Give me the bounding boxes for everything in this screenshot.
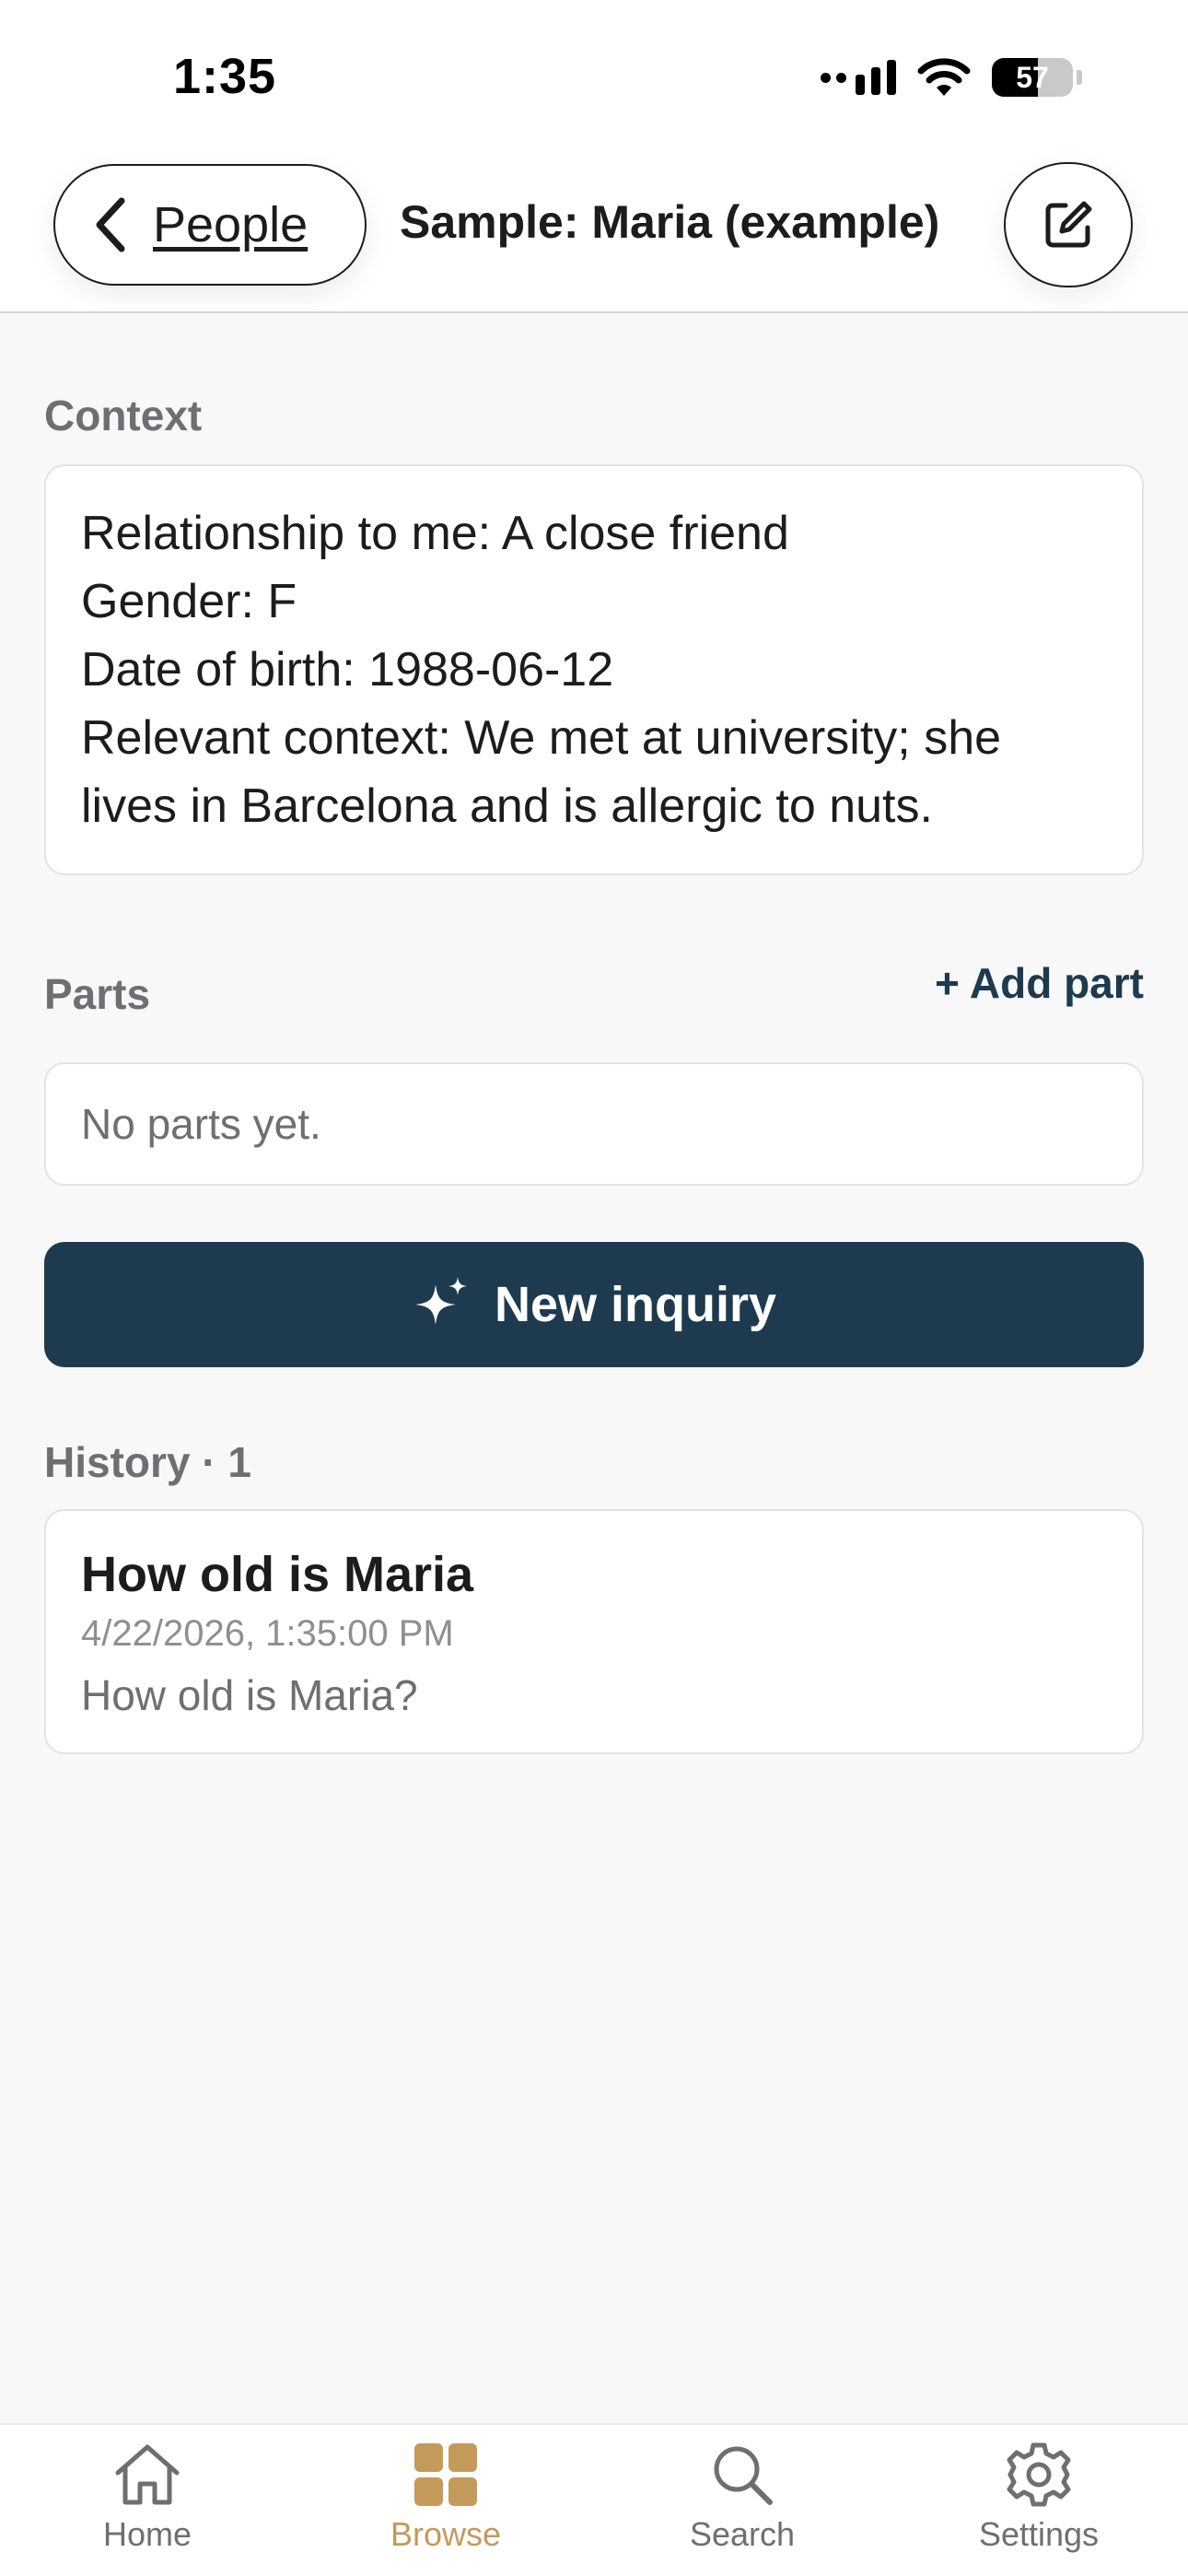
compose-icon: [1045, 201, 1092, 248]
new-inquiry-label: New inquiry: [494, 1277, 777, 1332]
parts-empty-card: No parts yet.: [44, 1062, 1144, 1186]
house-icon: [115, 2444, 180, 2505]
tab-browse-label: Browse: [390, 2515, 502, 2553]
cellular-signal-icon: [821, 60, 896, 95]
battery-level: 57: [1016, 61, 1049, 94]
status-bar: 1:35 57: [0, 0, 1188, 138]
navigation-bar: People Sample: Maria (example): [0, 138, 1188, 313]
gear-icon: [1007, 2442, 1071, 2507]
history-item-title: How old is Maria: [81, 1547, 474, 1602]
tab-settings-label: Settings: [978, 2515, 1100, 2553]
magnifier-icon: [714, 2446, 773, 2505]
context-line: Relationship to me: A close friend: [81, 507, 789, 560]
status-icons: 57: [821, 57, 1082, 98]
history-item-preview: How old is Maria?: [81, 1671, 418, 1719]
history-section-label: History · 1: [44, 1438, 251, 1486]
parts-empty-text: No parts yet.: [81, 1100, 321, 1148]
back-button-label: People: [153, 197, 309, 252]
tab-bar: Home Browse Search Settings: [0, 2423, 1188, 2576]
grid-icon: [414, 2443, 477, 2506]
context-card: Relationship to me: A close friend Gende…: [44, 464, 1144, 875]
history-item-date: 4/22/2026, 1:35:00 PM: [81, 1613, 454, 1654]
context-line: lives in Barcelona and is allergic to nu…: [81, 779, 933, 833]
context-line: Relevant context: We met at university; …: [81, 711, 1002, 765]
sparkles-icon: [414, 1277, 467, 1325]
page-title: Sample: Maria (example): [400, 196, 940, 248]
tab-home-label: Home: [102, 2515, 192, 2553]
person-detail-screen: 1:35 57 People Sample: Maria (example) C…: [0, 0, 1188, 2576]
new-inquiry-button[interactable]: New inquiry: [44, 1242, 1144, 1367]
tab-search-label: Search: [689, 2515, 796, 2553]
tab-settings[interactable]: Settings: [947, 2441, 1131, 2554]
wifi-icon: [917, 58, 971, 96]
battery-icon: 57: [992, 58, 1073, 97]
edit-button[interactable]: [1004, 162, 1133, 287]
context-line: Date of birth: 1988-06-12: [81, 643, 614, 697]
tab-home[interactable]: Home: [55, 2441, 239, 2554]
parts-section-label: Parts: [44, 970, 151, 1018]
tab-search[interactable]: Search: [650, 2441, 834, 2554]
add-part-button[interactable]: + Add part: [935, 958, 1144, 1008]
context-section-label: Context: [44, 392, 203, 439]
history-item[interactable]: How old is Maria 4/22/2026, 1:35:00 PM H…: [44, 1509, 1144, 1754]
context-line: Gender: F: [81, 575, 297, 628]
battery-cap: [1077, 70, 1082, 85]
back-button[interactable]: People: [53, 164, 367, 286]
chevron-left-icon: [96, 197, 125, 252]
tab-browse[interactable]: Browse: [354, 2441, 538, 2554]
status-time: 1:35: [173, 49, 277, 104]
